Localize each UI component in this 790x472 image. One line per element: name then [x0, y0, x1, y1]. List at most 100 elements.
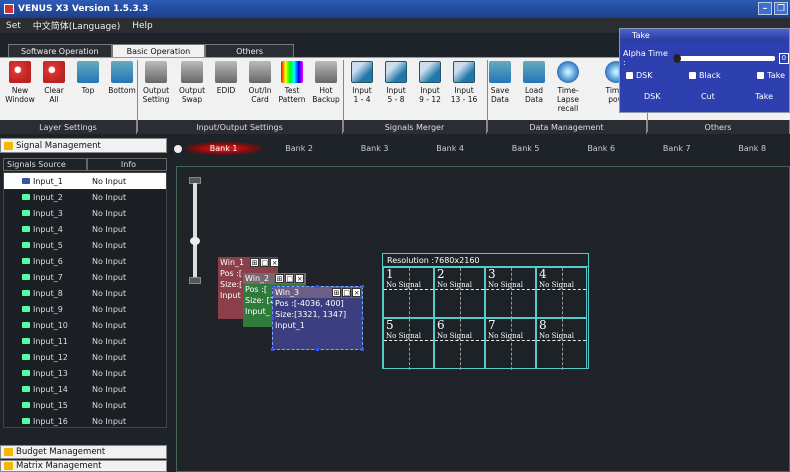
- ribbon-button-6[interactable]: EDID: [210, 61, 242, 119]
- matrix-management-header[interactable]: Matrix Management: [0, 460, 167, 472]
- close-icon[interactable]: ×: [352, 288, 362, 297]
- ribbon-button-16[interactable]: Time-Lapse recall: [552, 61, 584, 119]
- signal-list-item[interactable]: Input_6 No Input: [4, 253, 166, 269]
- ribbon-button-10[interactable]: Input 1 - 4: [346, 61, 378, 119]
- signal-list-item[interactable]: Input_2 No Input: [4, 189, 166, 205]
- output-cell-8[interactable]: 8 No Signal: [536, 318, 587, 370]
- ribbon-button-1[interactable]: Clear All: [38, 61, 70, 119]
- resize-handle[interactable]: [361, 285, 364, 288]
- signal-list-item[interactable]: Input_15 No Input: [4, 397, 166, 413]
- output-cell-4[interactable]: 4 No Signal: [536, 267, 587, 319]
- col-info[interactable]: Info: [87, 158, 167, 171]
- zoom-slider-knob[interactable]: [190, 237, 200, 245]
- signal-list-item[interactable]: Input_7 No Input: [4, 269, 166, 285]
- bank-tab-1[interactable]: Bank 1: [185, 142, 262, 155]
- output-cell-6[interactable]: 6 No Signal: [434, 318, 485, 370]
- signal-list-item[interactable]: Input_14 No Input: [4, 381, 166, 397]
- take-button[interactable]: Take: [755, 92, 773, 101]
- maximize-icon[interactable]: □: [342, 288, 352, 297]
- col-signals-source[interactable]: Signals Source: [3, 158, 87, 171]
- signal-list-item[interactable]: Input_3 No Input: [4, 205, 166, 221]
- close-icon[interactable]: ×: [270, 258, 280, 267]
- signal-list-item[interactable]: Input_4 No Input: [4, 221, 166, 237]
- output-resolution-grid[interactable]: Resolution :7680x2160 1 No Signal 2 No Sign…: [382, 253, 589, 370]
- signal-list-item[interactable]: Input_9 No Input: [4, 301, 166, 317]
- signal-list-item[interactable]: Input_10 No Input: [4, 317, 166, 333]
- signal-list-item[interactable]: Input_11 No Input: [4, 333, 166, 349]
- output-cell-5[interactable]: 5 No Signal: [383, 318, 434, 370]
- signal-list-item[interactable]: Input_5 No Input: [4, 237, 166, 253]
- zoom-slider-track[interactable]: [193, 183, 197, 281]
- signal-list-item[interactable]: Input_16 No Input: [4, 413, 166, 429]
- zoom-slider-bottom[interactable]: [189, 277, 201, 284]
- resize-handle[interactable]: [316, 348, 319, 351]
- ribbon-button-4[interactable]: Output Setting: [140, 61, 172, 119]
- bank-tab-6[interactable]: Bank 6: [563, 144, 639, 153]
- input-info: No Input: [92, 384, 127, 394]
- signal-list-item[interactable]: Input_8 No Input: [4, 285, 166, 301]
- zoom-slider[interactable]: [189, 177, 201, 287]
- minimize-button[interactable]: –: [758, 2, 772, 15]
- ribbon-button-14[interactable]: Save Data: [484, 61, 516, 119]
- ribbon-button-2[interactable]: Top: [72, 61, 104, 119]
- menu-help[interactable]: Help: [132, 21, 153, 31]
- menu-set[interactable]: Set: [6, 21, 21, 31]
- bank-tab-5[interactable]: Bank 5: [488, 144, 564, 153]
- signal-list-item[interactable]: Input_12 No Input: [4, 349, 166, 365]
- grid-icon[interactable]: ⊞: [275, 274, 285, 283]
- ribbon-button-5[interactable]: Output Swap: [176, 61, 208, 119]
- cut-button[interactable]: Cut: [701, 92, 715, 101]
- ribbon-button-9[interactable]: Hot Backup: [310, 61, 342, 119]
- take-checkbox[interactable]: Take: [757, 71, 785, 80]
- window-win-3[interactable]: Win_3 ⊞ □ × Pos :[-4036, 400] Size:[3321, …: [271, 285, 364, 351]
- signal-list-item[interactable]: Input_1 No Input: [4, 173, 166, 189]
- tab-others[interactable]: Others: [205, 44, 295, 57]
- bank-tab-8[interactable]: Bank 8: [714, 144, 790, 153]
- budget-management-header[interactable]: Budget Management: [0, 445, 167, 459]
- resize-handle[interactable]: [271, 285, 274, 288]
- maximize-icon[interactable]: □: [260, 258, 270, 267]
- output-cell-3[interactable]: 3 No Signal: [485, 267, 536, 319]
- restore-button[interactable]: ❐: [774, 2, 788, 15]
- app-icon: [4, 4, 14, 14]
- tab-basic-operation[interactable]: Basic Operation: [111, 44, 206, 57]
- output-cell-1[interactable]: 1 No Signal: [383, 267, 434, 319]
- ribbon-button-0[interactable]: New Window: [4, 61, 36, 119]
- input-name: Input_12: [33, 352, 68, 362]
- bank-tab-2[interactable]: Bank 2: [261, 144, 337, 153]
- dsk-button[interactable]: DSK: [644, 92, 660, 101]
- bank-tab-7[interactable]: Bank 7: [639, 144, 715, 153]
- output-cell-2[interactable]: 2 No Signal: [434, 267, 485, 319]
- bank-tab-4[interactable]: Bank 4: [412, 144, 488, 153]
- output-cell-7[interactable]: 7 No Signal: [485, 318, 536, 370]
- input-signal-icon: [22, 354, 30, 360]
- maximize-icon[interactable]: □: [285, 274, 295, 283]
- ribbon-button-11[interactable]: Input 5 - 8: [380, 61, 412, 119]
- tab-software-operation[interactable]: Software Operation: [8, 44, 112, 57]
- alpha-time-slider[interactable]: [673, 53, 775, 63]
- grid-icon[interactable]: ⊞: [250, 258, 260, 267]
- ribbon-button-8[interactable]: Test Pattern: [276, 61, 308, 119]
- alpha-time-value[interactable]: 0: [778, 52, 789, 64]
- ribbon-button-7[interactable]: Out/In Card: [244, 61, 276, 119]
- bank-tab-3[interactable]: Bank 3: [337, 144, 413, 153]
- ribbon-button-3[interactable]: Bottom: [106, 61, 138, 119]
- black-checkbox[interactable]: Black: [689, 71, 721, 80]
- ribbon-button-13[interactable]: Input 13 - 16: [448, 61, 480, 119]
- ribbon-button-15[interactable]: Load Data: [518, 61, 550, 119]
- dsk-checkbox[interactable]: DSK: [626, 71, 652, 80]
- ribbon-label: EDID: [216, 86, 236, 95]
- signal-management-header[interactable]: Signal Management: [0, 138, 167, 153]
- ribbon-button-12[interactable]: Input 9 - 12: [414, 61, 446, 119]
- grid-icon[interactable]: ⊞: [332, 288, 342, 297]
- slider-knob[interactable]: [673, 53, 682, 63]
- signal-list-item[interactable]: Input_13 No Input: [4, 365, 166, 381]
- resize-handle[interactable]: [271, 317, 274, 320]
- resize-handle[interactable]: [361, 317, 364, 320]
- menu-language[interactable]: 中文简体(Language): [33, 19, 120, 32]
- resize-handle[interactable]: [316, 285, 319, 288]
- resize-handle[interactable]: [271, 348, 274, 351]
- ribbon-group-label: Input/Output Settings: [137, 120, 343, 134]
- resize-handle[interactable]: [361, 348, 364, 351]
- close-icon[interactable]: ×: [295, 274, 305, 283]
